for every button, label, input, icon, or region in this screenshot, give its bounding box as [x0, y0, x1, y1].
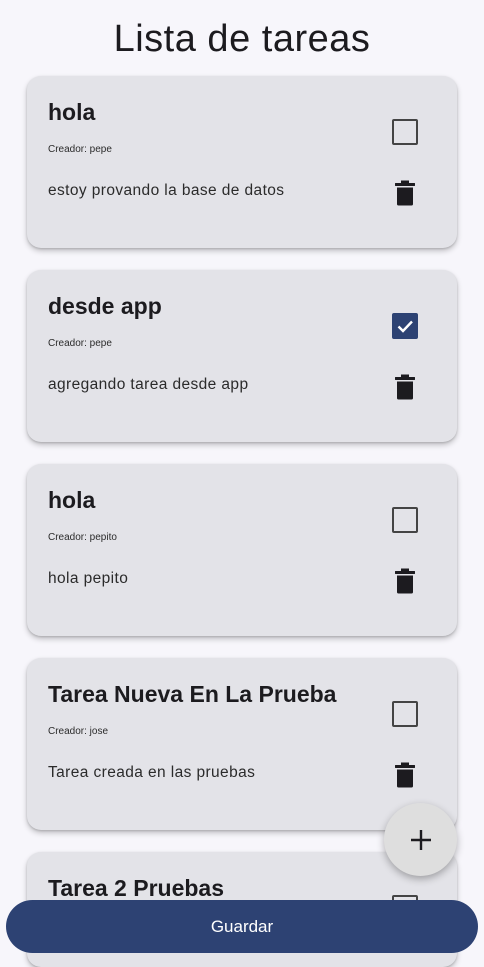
- task-title: Tarea 2 Pruebas: [48, 875, 225, 901]
- add-task-button[interactable]: [384, 803, 457, 876]
- task-title: hola: [48, 99, 96, 125]
- save-button-label: Guardar: [210, 916, 274, 936]
- save-button[interactable]: Guardar: [6, 900, 478, 953]
- task-checkbox[interactable]: [392, 313, 418, 339]
- task-title: hola: [48, 487, 96, 513]
- task-description: Tarea creada en las pruebas: [48, 764, 256, 781]
- task-card[interactable]: hola Creador: pepe estoy provando la bas…: [27, 76, 457, 248]
- task-card[interactable]: hola Creador: pepito hola pepito: [27, 464, 457, 636]
- plus-icon: [410, 829, 431, 850]
- task-creator: Creador: pepito: [48, 532, 117, 543]
- trash-icon[interactable]: [393, 762, 417, 788]
- task-checkbox[interactable]: [392, 701, 418, 727]
- task-card[interactable]: Tarea Nueva En La Prueba Creador: jose T…: [27, 658, 457, 830]
- trash-icon[interactable]: [393, 180, 417, 206]
- task-title: desde app: [48, 293, 162, 319]
- task-title: Tarea Nueva En La Prueba: [48, 681, 337, 707]
- task-description: hola pepito: [48, 570, 129, 587]
- check-icon: [397, 320, 413, 333]
- trash-icon[interactable]: [393, 568, 417, 594]
- task-creator: Creador: pepe: [48, 338, 112, 349]
- trash-icon[interactable]: [393, 374, 417, 400]
- task-creator: Creador: jose: [48, 726, 109, 737]
- page-title: Lista de tareas: [113, 18, 371, 60]
- task-description: estoy provando la base de datos: [48, 182, 285, 199]
- task-checkbox[interactable]: [392, 119, 418, 145]
- task-checkbox[interactable]: [392, 507, 418, 533]
- task-description: agregando tarea desde app: [48, 376, 249, 393]
- task-card[interactable]: desde app Creador: pepe agregando tarea …: [27, 270, 457, 442]
- task-creator: Creador: pepe: [48, 144, 112, 155]
